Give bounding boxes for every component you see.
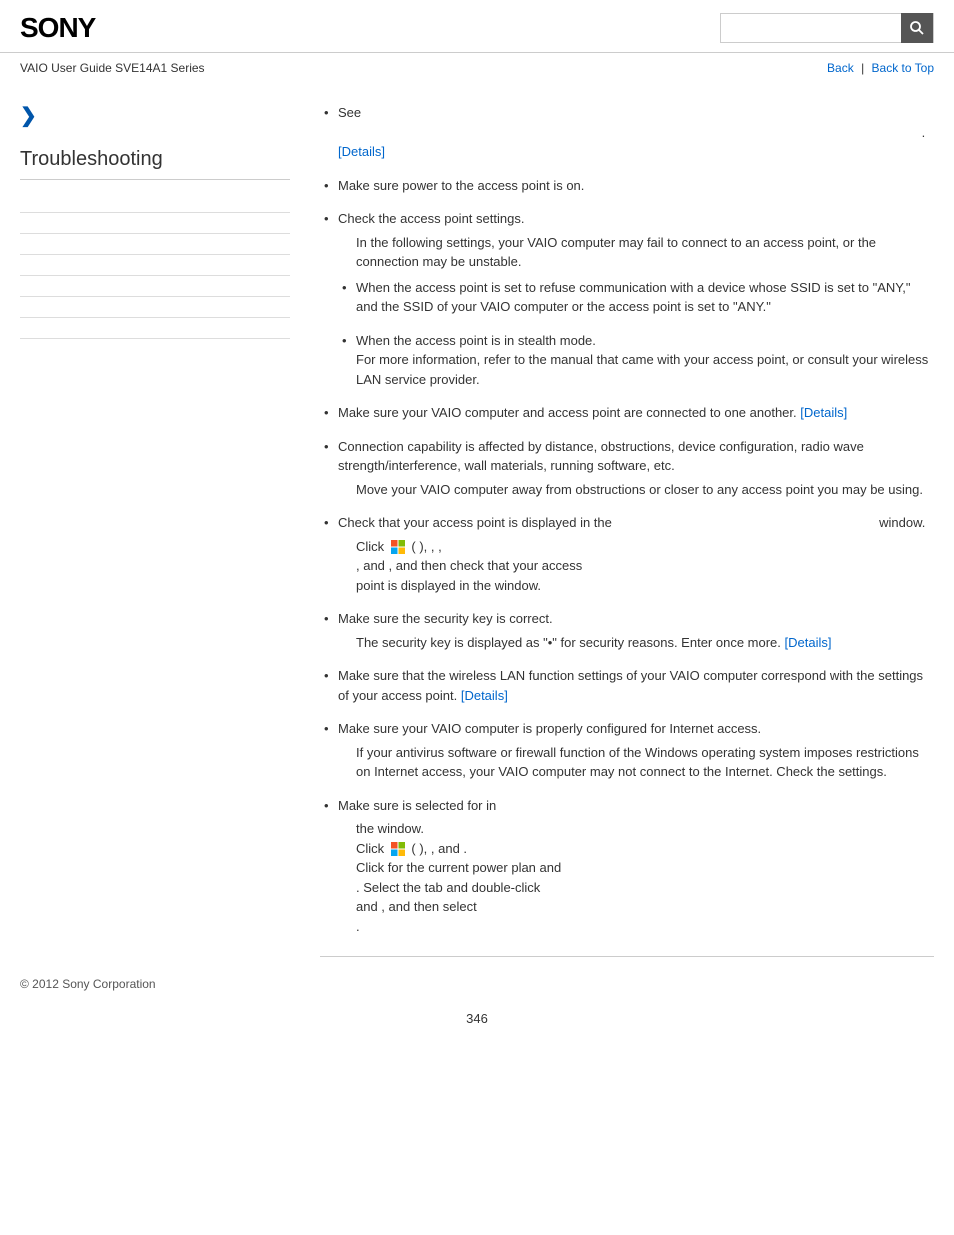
main-container: ❯ Troubleshooting See . [Details] Make s…: [0, 83, 954, 967]
sidebar-item[interactable]: [20, 192, 290, 213]
page-header: SONY: [0, 0, 954, 53]
item-sub-lines-10: the window. Click (: [338, 819, 934, 936]
sub-header: VAIO User Guide SVE14A1 Series Back | Ba…: [0, 53, 954, 83]
list-item-10: Make sure is selected for in the window.…: [320, 796, 934, 937]
list-item-9: Make sure your VAIO computer is properly…: [320, 719, 934, 782]
item-text-window: window.: [879, 515, 925, 530]
sub-bullet-item: When the access point is set to refuse c…: [338, 278, 934, 317]
content-divider: [320, 956, 934, 957]
list-item-4: Make sure your VAIO computer and access …: [320, 403, 934, 423]
list-item-7: Make sure the security key is correct. T…: [320, 609, 934, 652]
sub-bullets: When the access point is set to refuse c…: [338, 278, 934, 390]
sidebar-title: Troubleshooting: [20, 148, 290, 180]
chevron-icon: ❯: [20, 103, 290, 128]
details-link-8[interactable]: [Details]: [461, 688, 508, 703]
item-sub-text: In the following settings, your VAIO com…: [338, 233, 934, 272]
search-icon: [909, 20, 925, 36]
search-button[interactable]: [901, 13, 933, 43]
item-text: Make sure that the wireless LAN function…: [338, 668, 923, 703]
item-text: Check the access point settings.: [338, 211, 524, 226]
item-text: Check that your access point is displaye…: [338, 515, 612, 530]
item-sub-text: The security key is displayed as "•" for…: [338, 633, 934, 653]
item-text: Make sure your VAIO computer is properly…: [338, 721, 761, 736]
sidebar-item[interactable]: [20, 276, 290, 297]
back-link[interactable]: Back: [827, 61, 854, 75]
list-item-8: Make sure that the wireless LAN function…: [320, 666, 934, 705]
list-item-1: See . [Details]: [320, 103, 934, 162]
page-number: 346: [0, 1001, 954, 1046]
sidebar-item[interactable]: [20, 234, 290, 255]
list-item-6: Check that your access point is displaye…: [320, 513, 934, 595]
footer: © 2012 Sony Corporation: [0, 967, 954, 1001]
breadcrumb: VAIO User Guide SVE14A1 Series: [20, 61, 205, 75]
item-text: Make sure is selected for in: [338, 798, 496, 813]
search-box[interactable]: [720, 13, 934, 43]
sidebar-items-list: [20, 192, 290, 339]
search-input[interactable]: [721, 14, 901, 42]
item-text: Make sure power to the access point is o…: [338, 178, 584, 193]
sony-logo: SONY: [20, 12, 95, 44]
sidebar-item[interactable]: [20, 255, 290, 276]
item-text: See: [338, 105, 361, 120]
item-text: Make sure the security key is correct.: [338, 611, 553, 626]
nav-divider: |: [861, 61, 867, 75]
back-to-top-link[interactable]: Back to Top: [872, 61, 934, 75]
list-item-3: Check the access point settings. In the …: [320, 209, 934, 389]
details-link-7[interactable]: [Details]: [785, 635, 832, 650]
sidebar-item[interactable]: [20, 213, 290, 234]
content-area: See . [Details] Make sure power to the a…: [310, 83, 934, 967]
list-item-2: Make sure power to the access point is o…: [320, 176, 934, 196]
item-text: Make sure your VAIO computer and access …: [338, 405, 800, 420]
item-sub-text: If your antivirus software or firewall f…: [338, 743, 934, 782]
list-item-5: Connection capability is affected by dis…: [320, 437, 934, 500]
sub-bullet-item: When the access point is in stealth mode…: [338, 331, 934, 390]
sidebar-item[interactable]: [20, 318, 290, 339]
item-sub-text: Move your VAIO computer away from obstru…: [338, 480, 934, 500]
sidebar-item[interactable]: [20, 297, 290, 318]
details-link-1[interactable]: [Details]: [338, 144, 385, 159]
copyright-text: © 2012 Sony Corporation: [20, 977, 156, 991]
item-text: Connection capability is affected by dis…: [338, 439, 864, 474]
sidebar: ❯ Troubleshooting: [20, 83, 310, 967]
item-sub-lines: Click ( ), ,: [338, 537, 934, 596]
content-list: See . [Details] Make sure power to the a…: [320, 103, 934, 936]
item-suffix: .: [922, 125, 926, 140]
details-link-4[interactable]: [Details]: [800, 405, 847, 420]
windows-icon: [390, 539, 406, 555]
nav-links: Back | Back to Top: [827, 61, 934, 75]
windows-icon-2: [390, 841, 406, 857]
